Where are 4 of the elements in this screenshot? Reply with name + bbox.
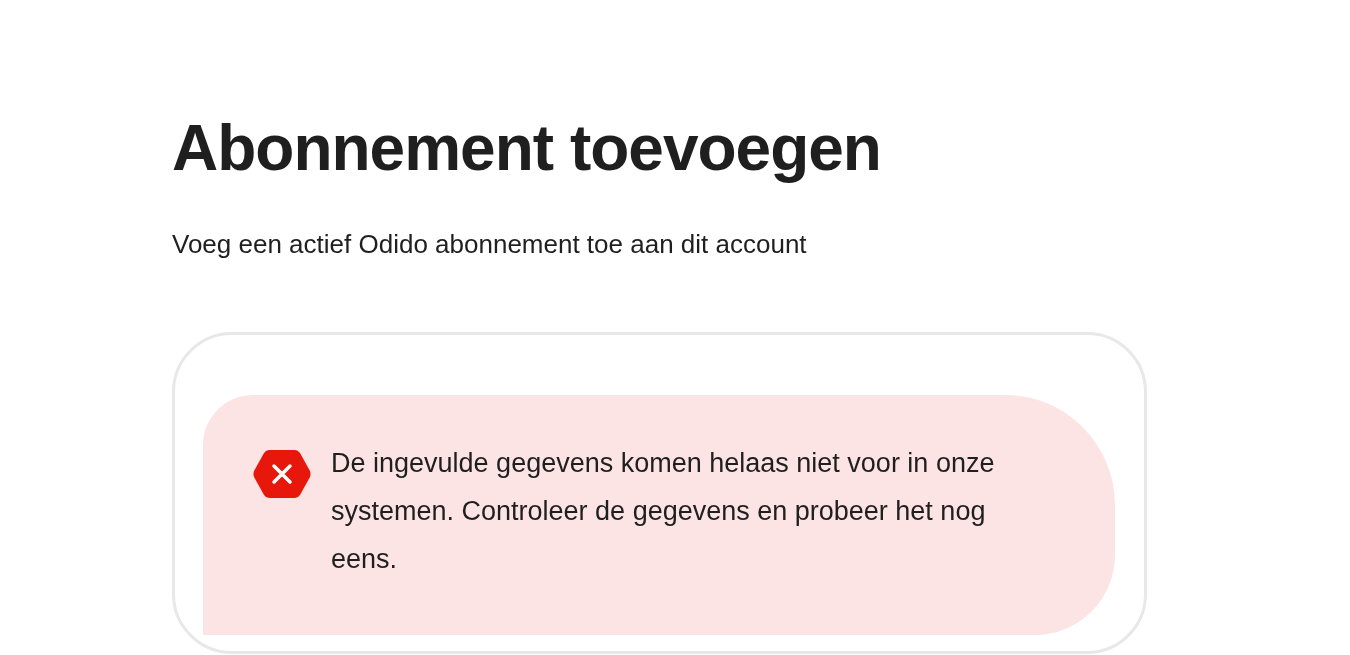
error-icon [253, 448, 311, 500]
page-subtitle: Voeg een actief Odido abonnement toe aan dit account [172, 228, 807, 261]
page-title: Abonnement toevoegen [172, 111, 881, 186]
alert-message: De ingevulde gegevens komen helaas niet voor in onze systemen. Controleer de gegevens en probeer het nog eens. [331, 447, 996, 576]
